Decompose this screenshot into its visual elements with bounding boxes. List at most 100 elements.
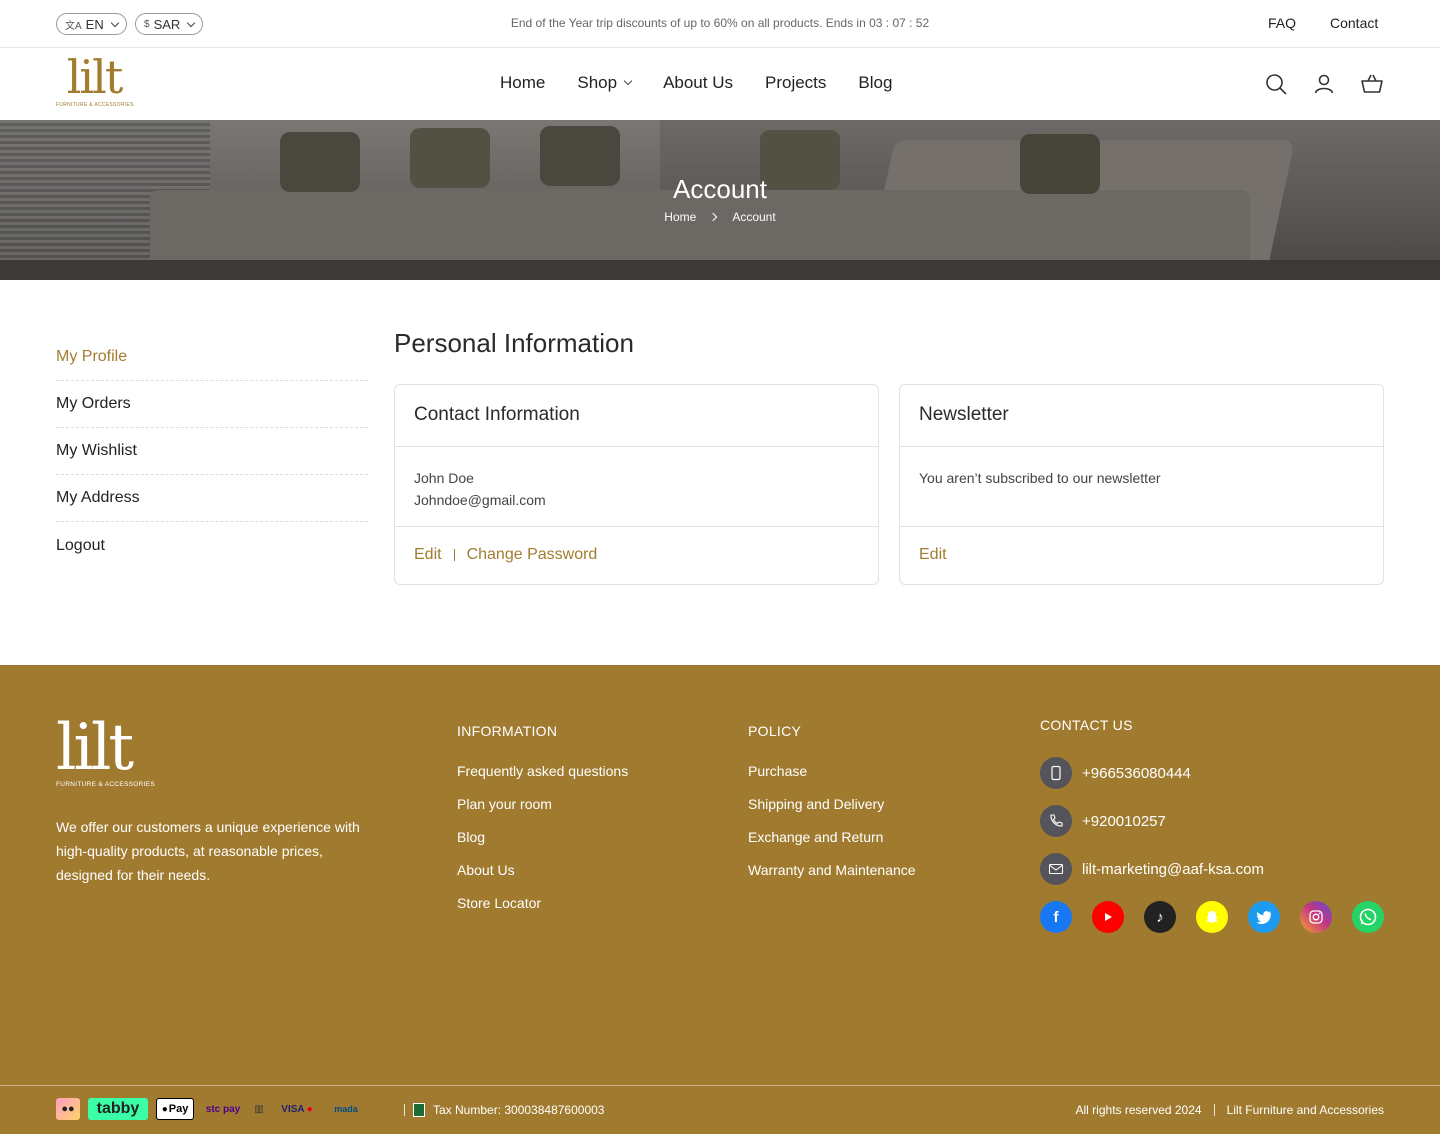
facebook-icon[interactable]: f — [1040, 901, 1072, 933]
chevron-right-icon — [708, 212, 717, 222]
card-actions: Edit — [900, 527, 1383, 583]
promo-banner: End of the Year trip discounts of up to … — [510, 16, 930, 30]
contact-link[interactable]: Contact — [1330, 15, 1378, 31]
tiktok-icon[interactable]: ♪ — [1144, 901, 1176, 933]
apple-pay-label: Pay — [168, 1103, 189, 1115]
apple-icon: ● — [161, 1103, 168, 1115]
edit-newsletter-link[interactable]: Edit — [919, 546, 947, 564]
contact-email[interactable]: lilt-marketing@aaf-ksa.com — [1040, 853, 1384, 885]
sidebar-item-address[interactable]: My Address — [56, 475, 368, 522]
contact-email-address: lilt-marketing@aaf-ksa.com — [1082, 860, 1264, 878]
company-name: Lilt Furniture and Accessories — [1226, 1103, 1384, 1117]
card-body: You aren’t subscribed to our newsletter — [900, 447, 1383, 527]
bank-icon: ▥ — [254, 1103, 264, 1115]
contact-phone-number: +920010257 — [1082, 812, 1166, 830]
footer-link-blog[interactable]: Blog — [457, 829, 628, 845]
twitter-icon[interactable] — [1248, 901, 1280, 933]
sidebar-item-orders[interactable]: My Orders — [56, 381, 368, 428]
snapchat-icon[interactable] — [1196, 901, 1228, 933]
footer-link-store-locator[interactable]: Store Locator — [457, 895, 628, 911]
footer-logo[interactable]: lilt FURNITURE & ACCESSORIES — [56, 715, 166, 788]
sidebar-item-profile[interactable]: My Profile — [56, 334, 368, 381]
card-title: Newsletter — [900, 385, 1383, 447]
contact-mobile-number: +966536080444 — [1082, 764, 1191, 782]
footer-logo-subtitle: FURNITURE & ACCESSORIES — [56, 781, 155, 788]
newsletter-status: You aren’t subscribed to our newsletter — [919, 470, 1161, 486]
mobile-phone-icon — [1040, 757, 1072, 789]
logo-subtitle: FURNITURE & ACCESSORIES — [56, 102, 134, 108]
payment-methods: ●● tabby ● Pay stc pay ▥ VISA ● mada — [56, 1098, 364, 1120]
footer-link-purchase[interactable]: Purchase — [748, 763, 916, 779]
footer-description: We offer our customers a unique experien… — [56, 819, 360, 883]
logo-mark: lilt — [66, 50, 124, 104]
apple-pay-logo: ● Pay — [156, 1098, 194, 1120]
footer-link-faq[interactable]: Frequently asked questions — [457, 763, 628, 779]
nav-projects[interactable]: Projects — [765, 73, 826, 93]
currency-selector[interactable]: $ SAR — [135, 13, 204, 35]
currency-label: SAR — [153, 16, 181, 32]
user-name: John Doe — [414, 470, 474, 486]
footer-heading: POLICY — [748, 723, 802, 739]
contact-phone[interactable]: +920010257 — [1040, 805, 1384, 837]
chevron-down-icon — [623, 76, 633, 86]
top-bar: 文A EN $ SAR End of the Year trip discoun… — [0, 0, 1440, 48]
site-logo[interactable]: lilt FURNITURE & ACCESSORIES — [56, 54, 136, 114]
sidebar-item-wishlist[interactable]: My Wishlist — [56, 428, 368, 475]
main-nav: Home Shop About Us Projects Blog — [500, 73, 892, 93]
footer-bottom-bar: ●● tabby ● Pay stc pay ▥ VISA ● mada Tax N… — [0, 1085, 1440, 1134]
tax-number-text: Tax Number: 300038487600003 — [433, 1103, 605, 1117]
hero-banner: Account Home Account — [0, 120, 1440, 280]
tabby-logo: tabby — [88, 1098, 148, 1120]
currency-icon: $ — [144, 18, 150, 30]
footer-link-about[interactable]: About Us — [457, 862, 628, 878]
change-password-link[interactable]: Change Password — [467, 546, 598, 564]
divider — [1213, 1104, 1215, 1116]
search-icon[interactable] — [1264, 72, 1288, 96]
page-title: Account — [673, 174, 767, 204]
contact-mobile[interactable]: +966536080444 — [1040, 757, 1384, 789]
chevron-down-icon — [110, 18, 119, 27]
nav-shop[interactable]: Shop — [577, 73, 633, 93]
mada-logo: mada — [334, 1104, 358, 1114]
social-links: f ♪ — [1040, 901, 1384, 933]
footer-information-column: INFORMATION Frequently asked questions P… — [457, 723, 628, 928]
breadcrumb: Home Account — [0, 210, 1440, 224]
footer-link-exchange[interactable]: Exchange and Return — [748, 829, 916, 845]
edit-contact-link[interactable]: Edit — [414, 546, 442, 564]
footer-logo-mark: lilt — [56, 711, 134, 785]
user-icon[interactable] — [1312, 72, 1336, 96]
footer-policy-column: POLICY Purchase Shipping and Delivery Ex… — [748, 723, 916, 895]
copyright: All rights reserved 2024 Lilt Furniture … — [1076, 1103, 1384, 1117]
account-sidebar: My Profile My Orders My Wishlist My Addr… — [56, 334, 368, 569]
whatsapp-icon[interactable] — [1352, 901, 1384, 933]
nav-home[interactable]: Home — [500, 73, 545, 93]
chevron-down-icon — [187, 18, 196, 27]
nav-about[interactable]: About Us — [663, 73, 733, 93]
section-title: Personal Information — [394, 328, 634, 358]
divider — [453, 549, 455, 561]
instagram-icon[interactable] — [1300, 901, 1332, 933]
nav-blog[interactable]: Blog — [858, 73, 892, 93]
basket-icon[interactable] — [1360, 72, 1384, 96]
user-email: Johndoe@gmail.com — [414, 492, 546, 508]
visa-label: VISA — [281, 1103, 305, 1115]
divider — [404, 1104, 405, 1116]
language-label: EN — [85, 16, 104, 32]
newsletter-card: Newsletter You aren’t subscribed to our … — [899, 384, 1384, 585]
footer-contact-column: CONTACT US +966536080444 +920010257 lilt… — [1040, 717, 1384, 933]
sidebar-item-logout[interactable]: Logout — [56, 522, 368, 569]
faq-link[interactable]: FAQ — [1268, 15, 1296, 31]
site-footer: lilt FURNITURE & ACCESSORIES We offer ou… — [0, 665, 1440, 1134]
nav-shop-label: Shop — [577, 73, 618, 92]
footer-link-plan-room[interactable]: Plan your room — [457, 796, 628, 812]
footer-link-warranty[interactable]: Warranty and Maintenance — [748, 862, 916, 878]
visa-mastercard-logo: VISA ● — [274, 1098, 320, 1120]
footer-link-shipping[interactable]: Shipping and Delivery — [748, 796, 916, 812]
language-selector[interactable]: 文A EN — [56, 13, 127, 35]
footer-heading: INFORMATION — [457, 723, 558, 739]
breadcrumb-home[interactable]: Home — [664, 210, 696, 224]
card-title: Contact Information — [395, 385, 878, 447]
youtube-icon[interactable] — [1092, 901, 1124, 933]
card-body: John Doe Johndoe@gmail.com — [395, 447, 878, 527]
tamara-logo: ●● — [56, 1098, 80, 1120]
